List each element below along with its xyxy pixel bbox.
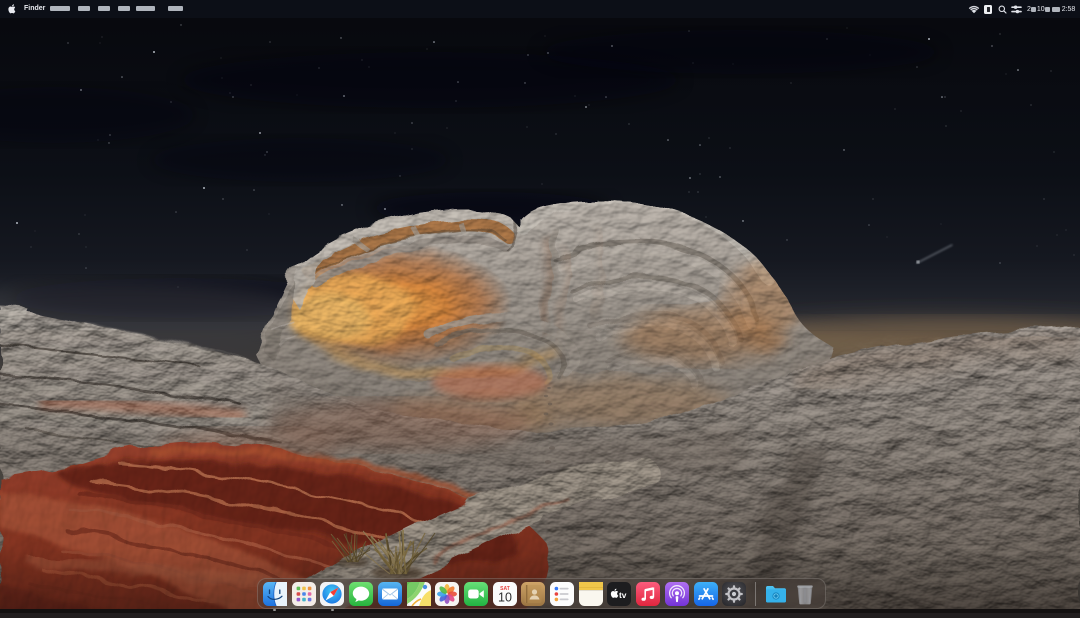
svg-text:tv: tv [619,590,627,600]
svg-text:10: 10 [498,591,512,605]
